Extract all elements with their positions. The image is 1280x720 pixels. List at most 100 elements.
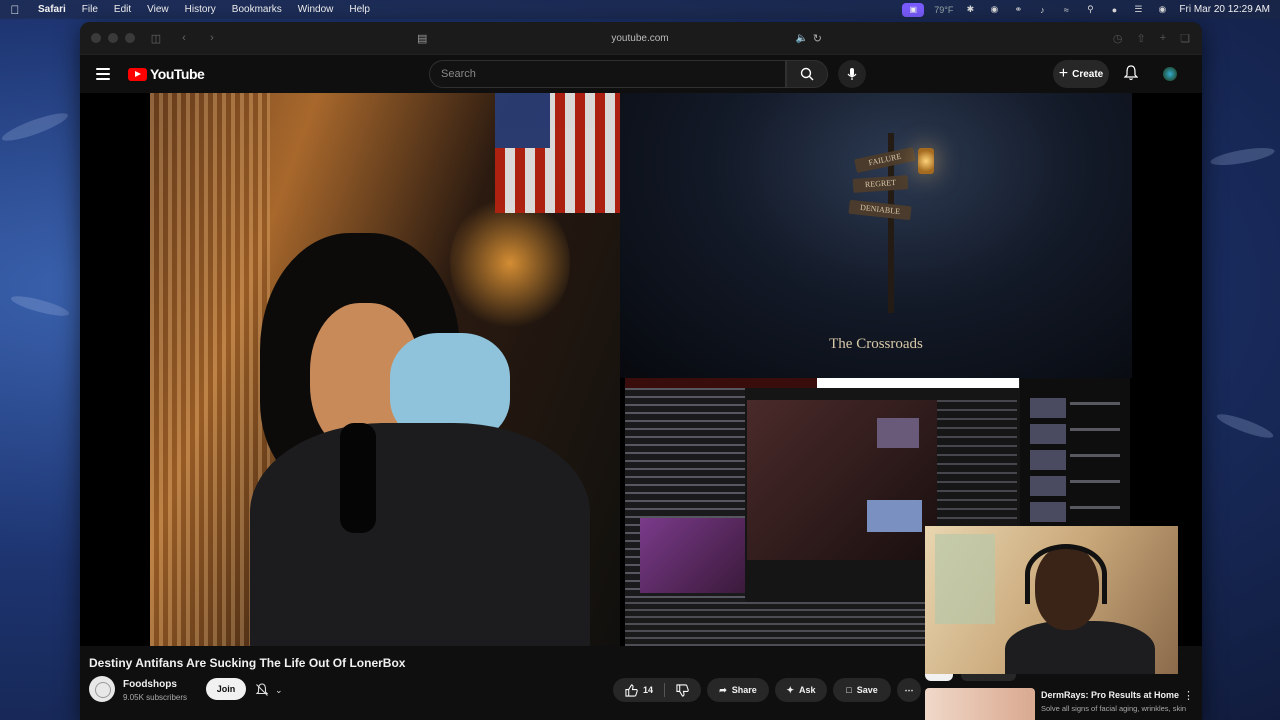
plus-icon: + [1058, 65, 1069, 82]
share-label: Share [731, 685, 757, 695]
like-dislike-group: 14 [613, 678, 701, 702]
like-divider [664, 683, 665, 697]
create-button[interactable]: + Create [1053, 60, 1109, 88]
like-count[interactable]: 14 [643, 685, 653, 695]
youtube-header: YouTube Search + Create [80, 55, 1202, 93]
close-window-button[interactable] [91, 33, 101, 43]
youtube-play-icon [128, 67, 147, 81]
browser-toolbar: ◫ ‹ › ▤ youtube.com 🔈 ↻ ◷ ⇧ + ❏ [80, 22, 1202, 55]
reload-icon[interactable]: ↻ [813, 32, 822, 45]
create-label: Create [1072, 68, 1104, 80]
save-label: Save [856, 685, 878, 695]
sign-board: FAILURE [854, 146, 916, 174]
ad-thumbnail[interactable] [925, 688, 1035, 720]
voice-search-button[interactable] [838, 60, 866, 88]
thumbs-down-icon[interactable] [676, 683, 689, 697]
downloads-icon[interactable]: ◷ [1113, 32, 1123, 45]
mic-icon [847, 68, 857, 80]
sponsored-ad[interactable]: DermRays: Pro Results at Home Solve all … [925, 688, 1202, 720]
search-icon [800, 67, 814, 81]
menu-file[interactable]: File [74, 4, 106, 15]
new-tab-icon[interactable]: + [1160, 32, 1166, 45]
reactor-webcam [925, 526, 1178, 674]
sparkle-icon: ✦ [786, 684, 795, 695]
menubar-status-area: ▣ 79°F ✱ ◉ ⚭ ♪ ≈ ⚲ ● ☰ ◉ Fri Mar 20 12:2… [902, 2, 1280, 17]
page-menu-icon[interactable]: ▤ [417, 32, 427, 45]
search-placeholder: Search [441, 68, 476, 80]
youtube-wordmark: YouTube [150, 66, 205, 82]
sidebar-icon[interactable]: ◫ [149, 32, 163, 45]
menu-icon[interactable] [96, 68, 110, 80]
more-vertical-icon[interactable]: ⋮ [1183, 689, 1194, 702]
url-text[interactable]: youtube.com [611, 33, 668, 44]
menu-bookmarks[interactable]: Bookmarks [224, 4, 290, 15]
capture-video [747, 400, 937, 560]
search-input[interactable]: Search [429, 60, 786, 88]
window-controls [91, 33, 135, 43]
microphone-image [340, 423, 376, 533]
bell-icon[interactable] [1124, 65, 1138, 81]
sign-board: REGRET [852, 175, 909, 193]
menu-app-name[interactable]: Safari [30, 4, 74, 15]
subscriber-count: 9.05K subscribers [123, 693, 188, 702]
lamp-glow [450, 193, 570, 333]
control-center-icon[interactable]: ☰ [1131, 4, 1145, 15]
share-arrow-icon: ➦ [719, 684, 727, 695]
forward-icon[interactable]: › [205, 32, 219, 44]
sign-board: DENIABLE [848, 199, 912, 221]
wifi-icon[interactable]: ≈ [1059, 5, 1073, 15]
flag-image [495, 93, 620, 213]
audio-icon[interactable]: ♪ [1035, 5, 1049, 15]
ad-title[interactable]: DermRays: Pro Results at Home [1041, 690, 1179, 700]
clock[interactable]: Fri Mar 20 12:29 AM [1179, 4, 1270, 15]
account-avatar[interactable] [1163, 67, 1177, 81]
join-button[interactable]: Join [206, 678, 246, 700]
zoom-window-button[interactable] [125, 33, 135, 43]
menu-view[interactable]: View [139, 4, 177, 15]
reactor-shirt [1005, 621, 1155, 674]
user-icon[interactable]: ● [1107, 5, 1121, 15]
menu-help[interactable]: Help [341, 4, 378, 15]
menu-edit[interactable]: Edit [106, 4, 139, 15]
lantern-image [918, 148, 934, 174]
bookmark-icon: □ [846, 685, 852, 695]
channel-name[interactable]: Foodshops [123, 679, 177, 690]
streamer-hoodie [250, 423, 590, 646]
wall-art [935, 534, 995, 624]
menu-history[interactable]: History [177, 4, 224, 15]
bluetooth-icon[interactable]: ✱ [963, 4, 977, 15]
chevron-down-icon: ⌄ [275, 684, 283, 695]
screen-record-icon[interactable]: ▣ [902, 2, 925, 17]
more-actions-button[interactable]: ⋯ [897, 678, 921, 702]
notification-settings-button[interactable]: ⌄ [255, 680, 299, 700]
menu-window[interactable]: Window [290, 4, 342, 15]
wallpaper-fish [9, 292, 71, 320]
share-icon[interactable]: ⇧ [1136, 32, 1145, 45]
search-button[interactable] [786, 60, 828, 88]
streamer-webcam [150, 93, 620, 646]
game-scene: FAILURE REGRET DENIABLE The Crossroads [620, 93, 1132, 378]
save-button[interactable]: □ Save [833, 678, 891, 702]
weather-status[interactable]: 79°F [934, 5, 953, 15]
audio-playing-icon[interactable]: 🔈 [796, 33, 808, 44]
apple-icon[interactable]:  [0, 3, 30, 17]
back-icon[interactable]: ‹ [177, 32, 191, 44]
channel-avatar[interactable] [89, 676, 115, 702]
wallpaper-fish [1209, 144, 1276, 169]
wallpaper-fish [1214, 410, 1276, 442]
address-bar[interactable]: ▤ youtube.com 🔈 ↻ [410, 22, 870, 55]
share-button[interactable]: ➦ Share [707, 678, 769, 702]
headphones-icon[interactable]: ⚭ [1011, 4, 1025, 15]
scene-caption: The Crossroads [829, 336, 923, 352]
tab-overview-icon[interactable]: ❏ [1180, 32, 1190, 45]
siri-icon[interactable]: ◉ [1155, 4, 1169, 15]
youtube-logo[interactable]: YouTube [128, 66, 205, 82]
vpn-icon[interactable]: ◉ [987, 4, 1001, 15]
search-spotlight-icon[interactable]: ⚲ [1083, 4, 1097, 15]
minimize-window-button[interactable] [108, 33, 118, 43]
toolbar-right-icons: ◷ ⇧ + ❏ [1113, 32, 1190, 45]
channel-row: Foodshops 9.05K subscribers Join ⌄ 14 ➦ … [89, 676, 929, 706]
ask-button[interactable]: ✦ Ask [775, 678, 827, 702]
thumbs-up-icon[interactable] [625, 683, 638, 697]
ask-label: Ask [799, 685, 816, 695]
